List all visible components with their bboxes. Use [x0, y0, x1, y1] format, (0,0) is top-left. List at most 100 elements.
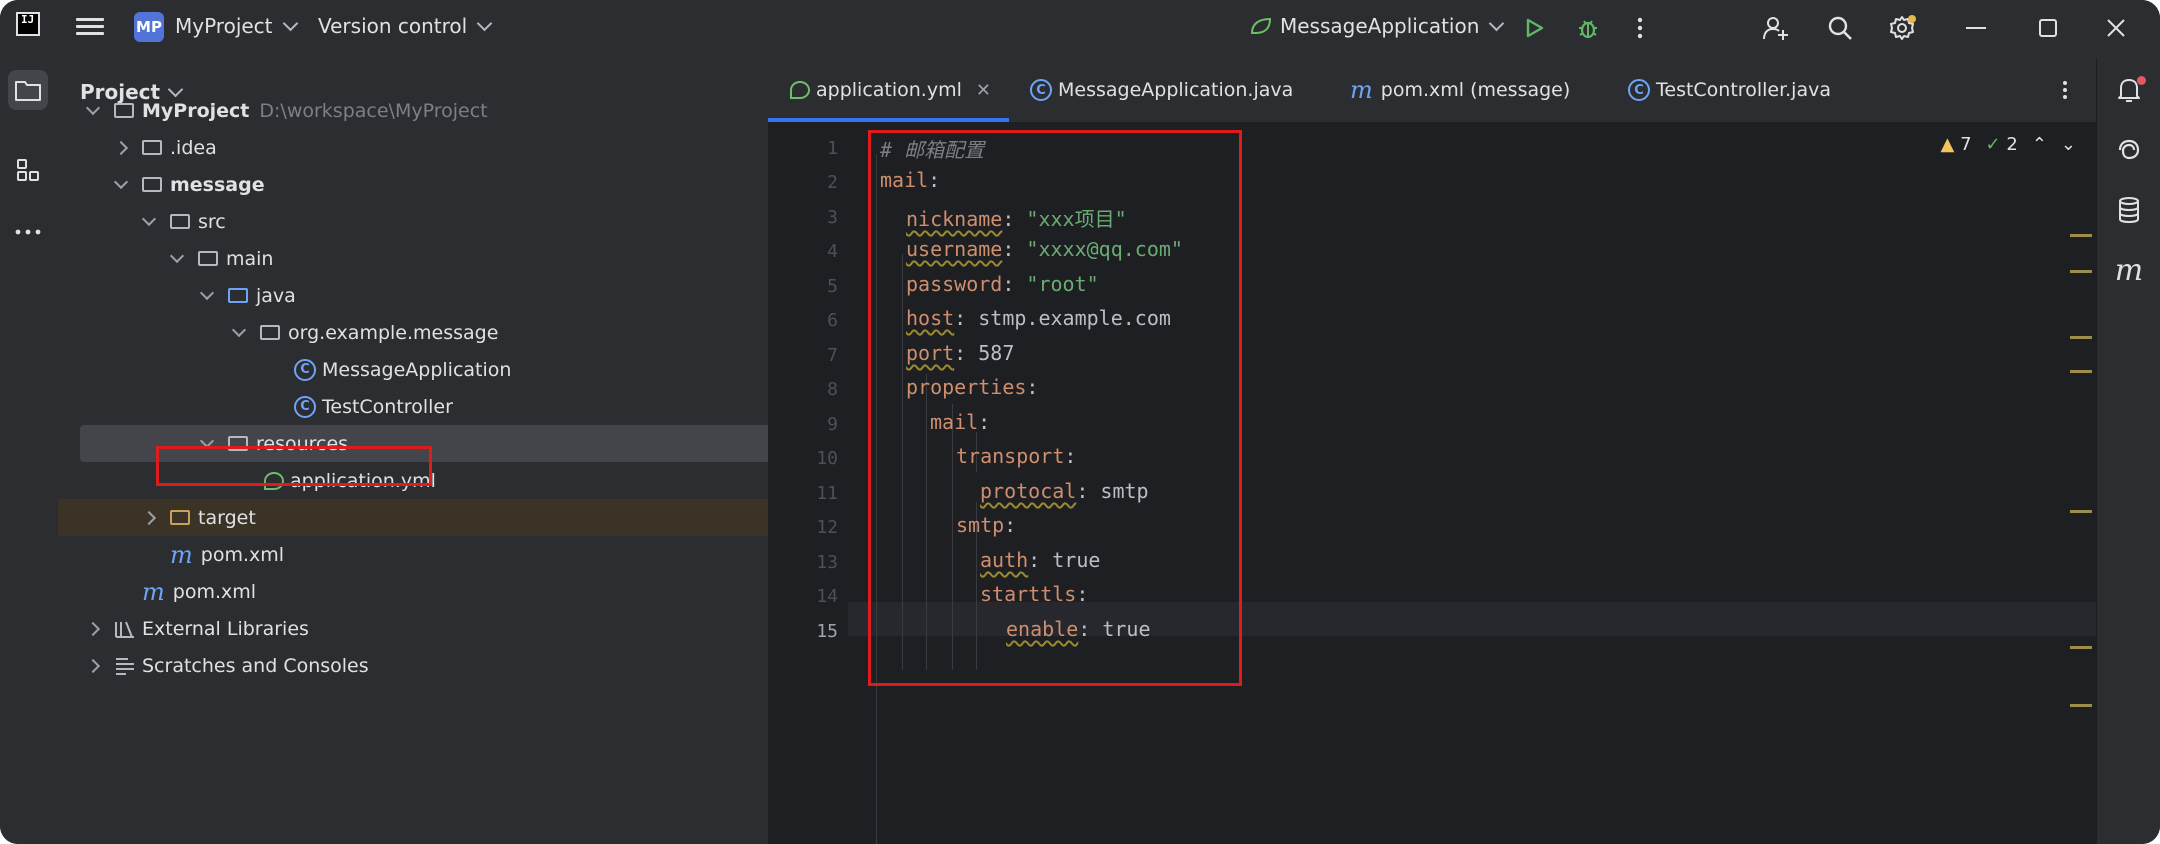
expand-arrow-icon[interactable] [199, 285, 215, 300]
chevron-down-icon [282, 15, 298, 32]
editor-tabs: application.yml ✕ C MessageApplication.j… [768, 58, 2096, 123]
ide-window: IJ MP MyProject Version control MessageA… [0, 0, 2160, 844]
chevron-down-icon [476, 15, 493, 32]
error-stripe-mark[interactable] [2070, 336, 2092, 339]
database-icon[interactable] [2113, 194, 2145, 226]
expand-arrow-icon[interactable] [141, 510, 157, 525]
excluded-folder-icon [170, 510, 190, 525]
add-user-icon[interactable] [1760, 12, 1792, 44]
expand-arrow-icon[interactable] [169, 248, 185, 263]
vcs-label: Version control [318, 14, 468, 38]
tab-application-yml[interactable]: application.yml ✕ [768, 58, 1009, 122]
ai-assistant-icon[interactable] [2113, 134, 2145, 166]
tab-testcontroller-java[interactable]: C TestController.java [1628, 58, 1831, 122]
tree-label: src [198, 210, 226, 233]
tree-node-module-pom[interactable]: m pom.xml [58, 536, 880, 573]
library-icon [115, 621, 134, 638]
tree-node-myproject[interactable]: MyProject D:\workspace\MyProject [58, 92, 798, 129]
vcs-menu[interactable]: Version control [318, 14, 493, 38]
tree-label: target [198, 506, 256, 529]
tree-node-message[interactable]: message [58, 166, 826, 203]
project-tool-icon[interactable] [8, 70, 48, 110]
module-folder-icon [142, 177, 162, 192]
tree-label: External Libraries [142, 617, 309, 640]
maven-file-icon: m [1350, 76, 1373, 104]
tree-node-idea[interactable]: .idea [58, 129, 826, 166]
expand-arrow-icon[interactable] [85, 100, 101, 115]
maven-file-icon: m [142, 577, 165, 606]
settings-gear-icon[interactable] [1886, 12, 1918, 44]
main-menu-icon[interactable] [76, 14, 104, 40]
maven-tool-icon[interactable]: m [2113, 253, 2145, 288]
scratches-icon [116, 657, 134, 675]
tree-label: pom.xml [200, 543, 285, 566]
warnings-count[interactable]: ▲ 7 [1941, 134, 1972, 155]
error-stripe-mark[interactable] [2070, 370, 2092, 373]
title-bar: IJ MP MyProject Version control MessageA… [0, 0, 2160, 58]
project-panel: Project MyProject D:\workspace\MyProject… [58, 58, 898, 844]
expand-arrow-icon[interactable] [113, 140, 129, 155]
line-number: 12 [816, 517, 838, 538]
line-number: 3 [827, 207, 838, 228]
class-icon: C [294, 395, 316, 418]
expand-arrow-icon[interactable] [141, 211, 157, 226]
expand-arrow-icon[interactable] [231, 322, 247, 337]
tree-label: org.example.message [288, 321, 499, 344]
expand-arrow-icon[interactable] [113, 174, 129, 189]
tab-label: application.yml [816, 79, 962, 101]
tab-messageapplication-java[interactable]: C MessageApplication.java [1030, 58, 1293, 122]
more-actions-icon[interactable] [1624, 12, 1656, 44]
line-number: 6 [827, 310, 838, 331]
close-tab-icon[interactable]: ✕ [976, 80, 991, 101]
error-stripe-mark[interactable] [2070, 704, 2092, 707]
chevron-down-icon [1489, 15, 1505, 32]
warning-icon: ▲ [1940, 134, 1955, 155]
search-icon[interactable] [1824, 12, 1856, 44]
notification-badge [2137, 76, 2146, 85]
line-number: 10 [816, 448, 838, 469]
tab-pom-xml[interactable]: m pom.xml (message) [1350, 58, 1570, 122]
expand-arrow-icon[interactable] [85, 658, 101, 673]
maximize-icon[interactable] [2032, 12, 2064, 44]
minimize-icon[interactable] [1960, 12, 1992, 44]
notifications-bell-icon[interactable] [2113, 74, 2146, 106]
expand-arrow-icon[interactable] [85, 621, 101, 636]
line-number: 15 [816, 621, 838, 642]
close-icon[interactable] [2100, 12, 2132, 44]
left-tool-strip [0, 58, 59, 844]
source-folder-icon [228, 288, 248, 303]
next-highlight-icon[interactable]: ⌄ [2061, 134, 2076, 155]
inspection-widget[interactable]: ▲ 7 ✓ 2 ⌃ ⌄ [1941, 134, 2077, 155]
error-stripe-mark[interactable] [2070, 270, 2092, 273]
project-badge[interactable]: MP [134, 12, 164, 42]
previous-highlight-icon[interactable]: ⌃ [2032, 134, 2047, 155]
tree-node-main[interactable]: main [58, 240, 882, 277]
tree-node-scratches[interactable]: Scratches and Consoles [58, 647, 798, 684]
run-icon[interactable] [1518, 12, 1550, 44]
error-stripe-mark[interactable] [2070, 234, 2092, 237]
intellij-logo-icon[interactable]: IJ [16, 12, 40, 36]
tree-label: pom.xml [172, 580, 257, 603]
tree-node-src[interactable]: src [58, 203, 854, 240]
module-folder-icon [114, 103, 134, 118]
tab-label: TestController.java [1656, 79, 1831, 101]
tab-options-icon[interactable] [2062, 58, 2068, 122]
tree-label: message [170, 173, 265, 196]
tree-node-target[interactable]: target [58, 499, 854, 536]
tree-node-external-libraries[interactable]: External Libraries [58, 610, 798, 647]
tree-node-root-pom[interactable]: m pom.xml [58, 573, 852, 610]
error-stripe-mark[interactable] [2070, 646, 2092, 649]
debug-icon[interactable] [1572, 12, 1604, 44]
more-tools-icon[interactable] [8, 212, 48, 252]
folder-icon [142, 140, 162, 155]
project-switcher[interactable]: MyProject [175, 14, 298, 38]
structure-tool-icon[interactable] [8, 150, 48, 190]
tree-path-hint: D:\workspace\MyProject [259, 99, 488, 122]
tree-label: Scratches and Consoles [142, 654, 369, 677]
error-stripe-mark[interactable] [2070, 510, 2092, 513]
weak-warnings-count[interactable]: ✓ 2 [1986, 134, 2018, 155]
run-config-selector[interactable]: MessageApplication [1248, 14, 1505, 38]
right-tool-strip: m [2096, 58, 2160, 844]
tree-label: MessageApplication [322, 358, 512, 381]
check-icon: ✓ [1985, 134, 2001, 155]
